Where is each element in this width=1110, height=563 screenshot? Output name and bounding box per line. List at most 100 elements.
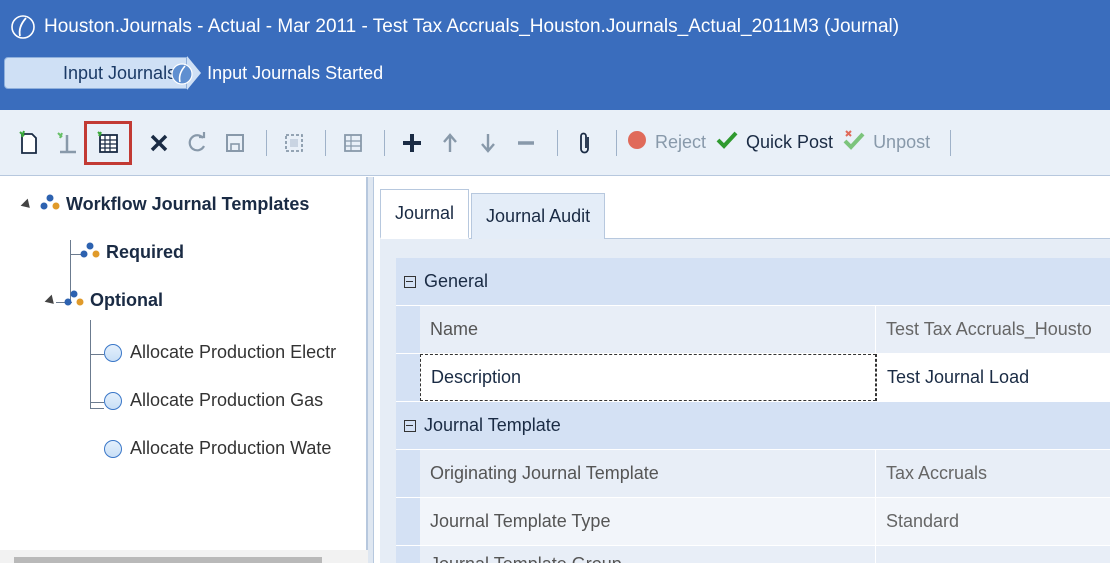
tree-node-workflow-journal-templates[interactable]: Workflow Journal Templates (20, 194, 310, 215)
arrow-down-icon (481, 133, 495, 153)
new-from-template-button[interactable] (50, 126, 84, 160)
property-value[interactable]: Test Tax Accruals_Housto (876, 306, 1110, 353)
tree-connector (90, 408, 104, 409)
onestream-logo-icon (8, 12, 38, 42)
collapse-arrow-icon[interactable] (44, 294, 58, 307)
delete-button[interactable] (142, 126, 176, 160)
tree-connector (90, 320, 91, 408)
unpost-label: Unpost (873, 132, 931, 152)
toolbar-separator (616, 129, 617, 156)
toolbar-separator (557, 129, 558, 156)
workflow-status-icon (168, 60, 196, 88)
template-radio-icon (104, 343, 122, 362)
select-all-button[interactable] (277, 126, 311, 160)
plus-icon (403, 133, 421, 152)
property-value[interactable]: Tax Accruals (876, 450, 1110, 497)
refresh-button[interactable] (180, 126, 214, 160)
toolbar-separator (950, 129, 952, 156)
tree-leaf-item[interactable]: Allocate Production Wate (104, 438, 366, 459)
save-button[interactable] (218, 126, 252, 160)
property-row-template-type[interactable]: Journal Template Type Standard (396, 498, 1110, 546)
template-radio-icon (104, 439, 122, 458)
group-label: General (424, 271, 489, 291)
tree-node-optional[interactable]: Optional (44, 290, 163, 311)
new-journal-button[interactable] (12, 126, 46, 160)
quick-post-label: Quick Post (746, 132, 834, 152)
app-header: Houston.Journals - Actual - Mar 2011 - T… (0, 0, 1110, 110)
workflow-breadcrumb: Input Journals Input Journals Started (4, 56, 383, 90)
window-title: Houston.Journals - Actual - Mar 2011 - T… (44, 16, 900, 37)
property-value[interactable] (876, 546, 1110, 563)
breadcrumb-step-input-journals[interactable]: Input Journals (4, 57, 193, 89)
collapse-box-icon[interactable] (404, 275, 416, 288)
tree-leaf-label: Allocate Production Wate (130, 438, 332, 458)
attachment-button[interactable] (568, 126, 602, 160)
new-from-template-icon (57, 131, 76, 153)
property-row-originating-template[interactable]: Originating Journal Template Tax Accrual… (396, 450, 1110, 498)
tree-leaf-label: Allocate Production Gas (130, 390, 324, 410)
group-icon (40, 194, 60, 215)
move-down-button[interactable] (471, 126, 505, 160)
title-bar: Houston.Journals - Actual - Mar 2011 - T… (8, 12, 899, 42)
reject-icon (627, 130, 647, 155)
tree-connector (90, 402, 104, 403)
move-up-button[interactable] (433, 126, 467, 160)
group-icon (64, 290, 84, 311)
tree-connector (90, 354, 104, 355)
property-key: Name (420, 306, 876, 353)
column-settings-button[interactable] (336, 126, 370, 160)
select-icon (285, 133, 303, 152)
property-group-general[interactable]: General (396, 258, 1110, 306)
close-icon (150, 134, 168, 151)
tab-journal[interactable]: Journal (380, 189, 470, 239)
grid-table-icon (97, 130, 118, 153)
remove-line-button[interactable] (509, 126, 543, 160)
load-journal-grid-button[interactable] (84, 120, 132, 165)
group-icon (80, 242, 100, 263)
unpost-button[interactable]: Unpost (843, 126, 930, 160)
collapse-box-icon[interactable] (404, 419, 416, 432)
new-document-icon (19, 130, 37, 154)
save-icon (226, 133, 244, 152)
property-row-description[interactable]: Description Test Journal Load (396, 354, 1110, 402)
group-label: Journal Template (424, 415, 561, 435)
panel-splitter[interactable] (368, 177, 374, 563)
breadcrumb-status: Input Journals Started (207, 62, 384, 83)
reject-label: Reject (655, 132, 707, 152)
tree-leaf-label: Allocate Production Electr (130, 342, 337, 362)
quick-post-button[interactable]: Quick Post (716, 126, 833, 160)
tree-leaf-item[interactable]: Allocate Production Electr (104, 342, 366, 363)
property-group-journal-template[interactable]: Journal Template (396, 402, 1110, 450)
tree-node-label: Workflow Journal Templates (66, 194, 310, 214)
toolbar: Reject Quick Post Unpost (0, 110, 1110, 176)
property-key: Journal Template Type (420, 498, 876, 545)
arrow-up-icon (443, 132, 457, 152)
unpost-icon (843, 130, 865, 155)
tree-node-label: Required (106, 242, 185, 262)
toolbar-separator (325, 129, 326, 156)
checkmark-icon (716, 130, 738, 155)
toolbar-separator (384, 129, 385, 156)
template-radio-icon (104, 391, 122, 410)
tree-node-required[interactable]: Required (80, 242, 184, 263)
refresh-icon (188, 131, 206, 151)
scrollbar-thumb[interactable] (14, 557, 322, 563)
reject-button[interactable]: Reject (627, 126, 706, 160)
property-row-name[interactable]: Name Test Tax Accruals_Housto (396, 306, 1110, 354)
collapse-arrow-icon[interactable] (20, 198, 34, 211)
tab-strip: Journal Journal Audit (380, 185, 606, 239)
property-key: Originating Journal Template (420, 450, 876, 497)
tree-leaf-item[interactable]: Allocate Production Gas (104, 390, 366, 411)
toolbar-separator (266, 129, 267, 156)
paperclip-icon (580, 132, 589, 153)
description-field[interactable]: Test Journal Load (876, 354, 1110, 401)
minus-icon (518, 140, 534, 145)
property-value[interactable]: Standard (876, 498, 1110, 545)
tab-label: Journal Audit (486, 206, 591, 226)
grid-settings-icon (344, 133, 362, 152)
property-row-template-group[interactable]: Journal Template Group (396, 546, 1110, 563)
journal-template-tree (0, 177, 368, 563)
add-line-button[interactable] (395, 126, 429, 160)
tab-journal-audit[interactable]: Journal Audit (471, 193, 606, 239)
tab-label: Journal (395, 203, 455, 223)
